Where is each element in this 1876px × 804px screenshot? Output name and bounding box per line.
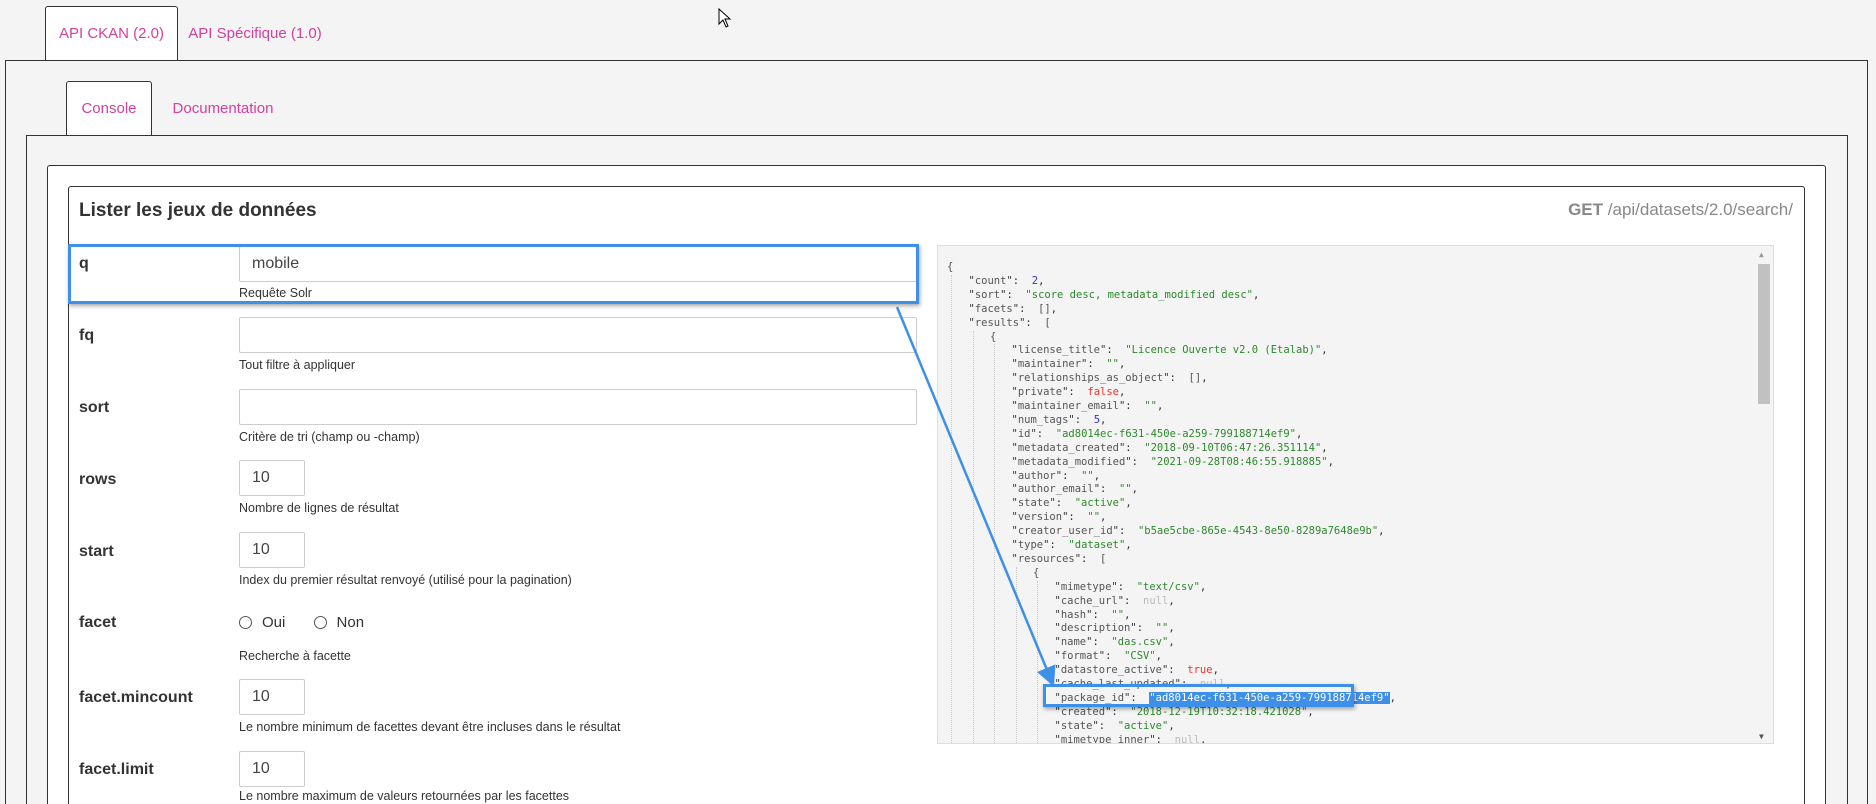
tab-api-ckan[interactable]: API CKAN (2.0): [45, 6, 178, 60]
mouse-cursor-icon: [718, 8, 732, 28]
annotation-arrow: [895, 306, 1056, 687]
tab-console[interactable]: Console: [66, 81, 152, 135]
